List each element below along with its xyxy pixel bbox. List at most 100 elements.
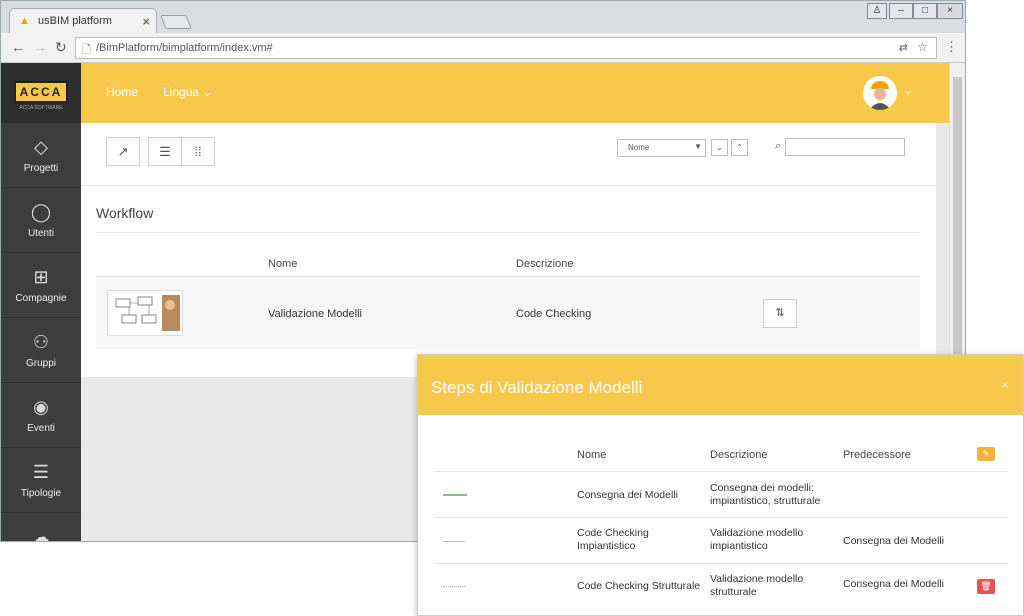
user-icon[interactable]: ♙ xyxy=(867,3,887,19)
workflow-thumbnail xyxy=(107,290,183,336)
close-tab-icon[interactable]: × xyxy=(142,14,150,29)
sidebar-item-label: Compagnie xyxy=(15,293,67,304)
sidebar-item-upload[interactable]: ☁ xyxy=(1,513,81,541)
close-window-button[interactable]: × xyxy=(937,3,963,19)
sidebar-item-tipologie[interactable]: ☰ Tipologie xyxy=(1,448,81,513)
sidebar-item-progetti[interactable]: ◇ Progetti xyxy=(1,123,81,188)
sort-asc-button[interactable]: ⌃ xyxy=(731,139,748,156)
logo-mark: ACCA xyxy=(13,81,69,103)
lingua-label: Lingua xyxy=(163,85,200,99)
minimize-button[interactable]: – xyxy=(889,3,913,19)
line-chart-icon: ↗ xyxy=(117,144,129,159)
lingua-menu[interactable]: Lingua ⌄ xyxy=(163,85,212,99)
page-title: Workflow xyxy=(96,205,154,221)
hierarchy-icon: ⊞ xyxy=(33,267,49,287)
url-text: /BimPlatform/bimplatform/index.vm# xyxy=(96,42,273,54)
workflow-name: Validazione Modelli xyxy=(268,308,362,320)
steps-button[interactable]: ⇅ xyxy=(763,299,797,328)
divider xyxy=(96,232,920,233)
sidebar-item-label: Eventi xyxy=(27,423,55,434)
step-thumbnail xyxy=(443,541,465,542)
url-field[interactable]: 🗋 /BimPlatform/bimplatform/index.vm# ⇄ ☆ xyxy=(75,37,937,59)
step-predecessor: Consegna dei Modelli xyxy=(843,578,944,590)
user-icon: ◯ xyxy=(30,202,52,222)
step-name: Code Checking Strutturale xyxy=(577,580,701,592)
workflow-panel: Workflow Nome Descrizione Validazione Mo… xyxy=(81,185,936,377)
column-header-descrizione: Descrizione xyxy=(710,449,768,461)
user-menu-chevron-icon[interactable]: ⌄ xyxy=(903,83,913,97)
list-icon: ☰ xyxy=(159,144,171,159)
sort-steps-icon: ⇅ xyxy=(775,307,785,319)
modal-header: Steps di Validazione Modelli × xyxy=(418,355,1023,415)
sort-desc-button[interactable]: ⌄ xyxy=(711,139,728,156)
list-view-button[interactable]: ☰ xyxy=(148,137,182,166)
worker-avatar-icon xyxy=(863,76,897,110)
steps-modal: Steps di Validazione Modelli × Nome Desc… xyxy=(417,354,1024,616)
column-header-descrizione: Descrizione xyxy=(516,258,574,270)
trash-icon: 🗑 xyxy=(980,581,992,591)
divider xyxy=(434,517,1008,518)
step-description: Consegna dei modelli: impiantistico, str… xyxy=(710,482,821,507)
flowchart-icon xyxy=(115,295,180,331)
add-step-button[interactable]: ✎ xyxy=(977,447,995,461)
group-icon: ⚇ xyxy=(32,332,50,352)
list-icon: ☰ xyxy=(32,462,50,482)
menu-icon[interactable]: ⋮ xyxy=(945,39,958,55)
column-header-predecessore: Predecessore xyxy=(843,449,911,461)
edit-icon: ✎ xyxy=(982,449,990,458)
star-icon[interactable]: ☆ xyxy=(917,40,928,54)
chart-view-button[interactable]: ↗ xyxy=(106,137,140,166)
maximize-button[interactable]: □ xyxy=(913,3,937,19)
divider xyxy=(434,471,1008,472)
workflow-description: Code Checking xyxy=(516,308,592,320)
back-icon[interactable]: ← xyxy=(11,39,25,55)
home-link[interactable]: Home xyxy=(106,85,138,99)
close-icon[interactable]: × xyxy=(1001,377,1009,392)
tab-bar: ▲ usBIM platform × ♙ – □ × xyxy=(1,1,965,34)
step-description: Validazione modello impiantistico xyxy=(710,527,804,552)
forward-icon[interactable]: → xyxy=(33,39,47,55)
logo[interactable]: ACCA ACCA SOFTWARE xyxy=(1,63,81,123)
step-description: Validazione modello strutturale xyxy=(710,573,804,598)
sort-select[interactable]: Nome ▼ xyxy=(617,139,706,157)
grid-icon: ⁞⁞ xyxy=(194,144,202,159)
eye-icon: ◉ xyxy=(33,397,49,417)
divider xyxy=(434,563,1008,564)
step-thumbnail xyxy=(443,586,465,588)
toolbar: ↗ ☰ ⁞⁞ Nome ▼ ⌄ ⌃ ⌕ xyxy=(81,123,936,185)
sidebar-item-label: Progetti xyxy=(23,163,59,174)
table-row[interactable]: Validazione Modelli Code Checking ⇅ xyxy=(96,277,920,349)
sidebar-item-gruppi[interactable]: ⚇ Gruppi xyxy=(1,318,81,383)
sidebar-item-label: Utenti xyxy=(27,228,55,239)
sidebar-item-label: Gruppi xyxy=(25,358,56,369)
step-thumbnail xyxy=(443,494,467,496)
step-name: Code Checking Impiantistico xyxy=(577,527,649,552)
sidebar: ACCA ACCA SOFTWARE ◇ Progetti ◯ Utenti ⊞ Co… xyxy=(1,63,81,541)
sidebar-item-label: Tipologie xyxy=(20,488,62,499)
reload-icon[interactable]: ↻ xyxy=(55,39,67,56)
search-icon: ⌕ xyxy=(775,140,782,152)
search-input[interactable] xyxy=(785,138,905,156)
tab-title: usBIM platform xyxy=(38,15,112,27)
avatar[interactable] xyxy=(863,76,897,110)
address-bar: ← → ↻ 🗋 /BimPlatform/bimplatform/index.v… xyxy=(1,33,965,63)
grid-view-button[interactable]: ⁞⁞ xyxy=(181,137,215,166)
column-header-nome: Nome xyxy=(577,449,607,461)
step-predecessor: Consegna dei Modelli xyxy=(843,535,944,547)
modal-title: Steps di Validazione Modelli xyxy=(431,378,643,397)
sidebar-item-eventi[interactable]: ◉ Eventi xyxy=(1,383,81,448)
delete-step-button[interactable]: 🗑 xyxy=(977,579,995,594)
page-icon: 🗋 xyxy=(82,44,91,56)
new-tab-button[interactable] xyxy=(160,15,192,29)
logo-subtitle: ACCA SOFTWARE xyxy=(19,105,63,111)
warning-icon: ▲ xyxy=(19,15,30,27)
translate-icon[interactable]: ⇄ xyxy=(899,41,908,54)
sidebar-item-compagnie[interactable]: ⊞ Compagnie xyxy=(1,253,81,318)
browser-tab[interactable]: ▲ usBIM platform × xyxy=(9,8,157,34)
top-bar: Home Lingua ⌄ ⌄ xyxy=(81,63,949,123)
step-name: Consegna dei Modelli xyxy=(577,489,678,501)
column-header-nome: Nome xyxy=(268,258,298,270)
sidebar-item-utenti[interactable]: ◯ Utenti xyxy=(1,188,81,253)
chevron-down-icon: ⌄ xyxy=(202,85,213,99)
diamond-icon: ◇ xyxy=(34,137,48,157)
